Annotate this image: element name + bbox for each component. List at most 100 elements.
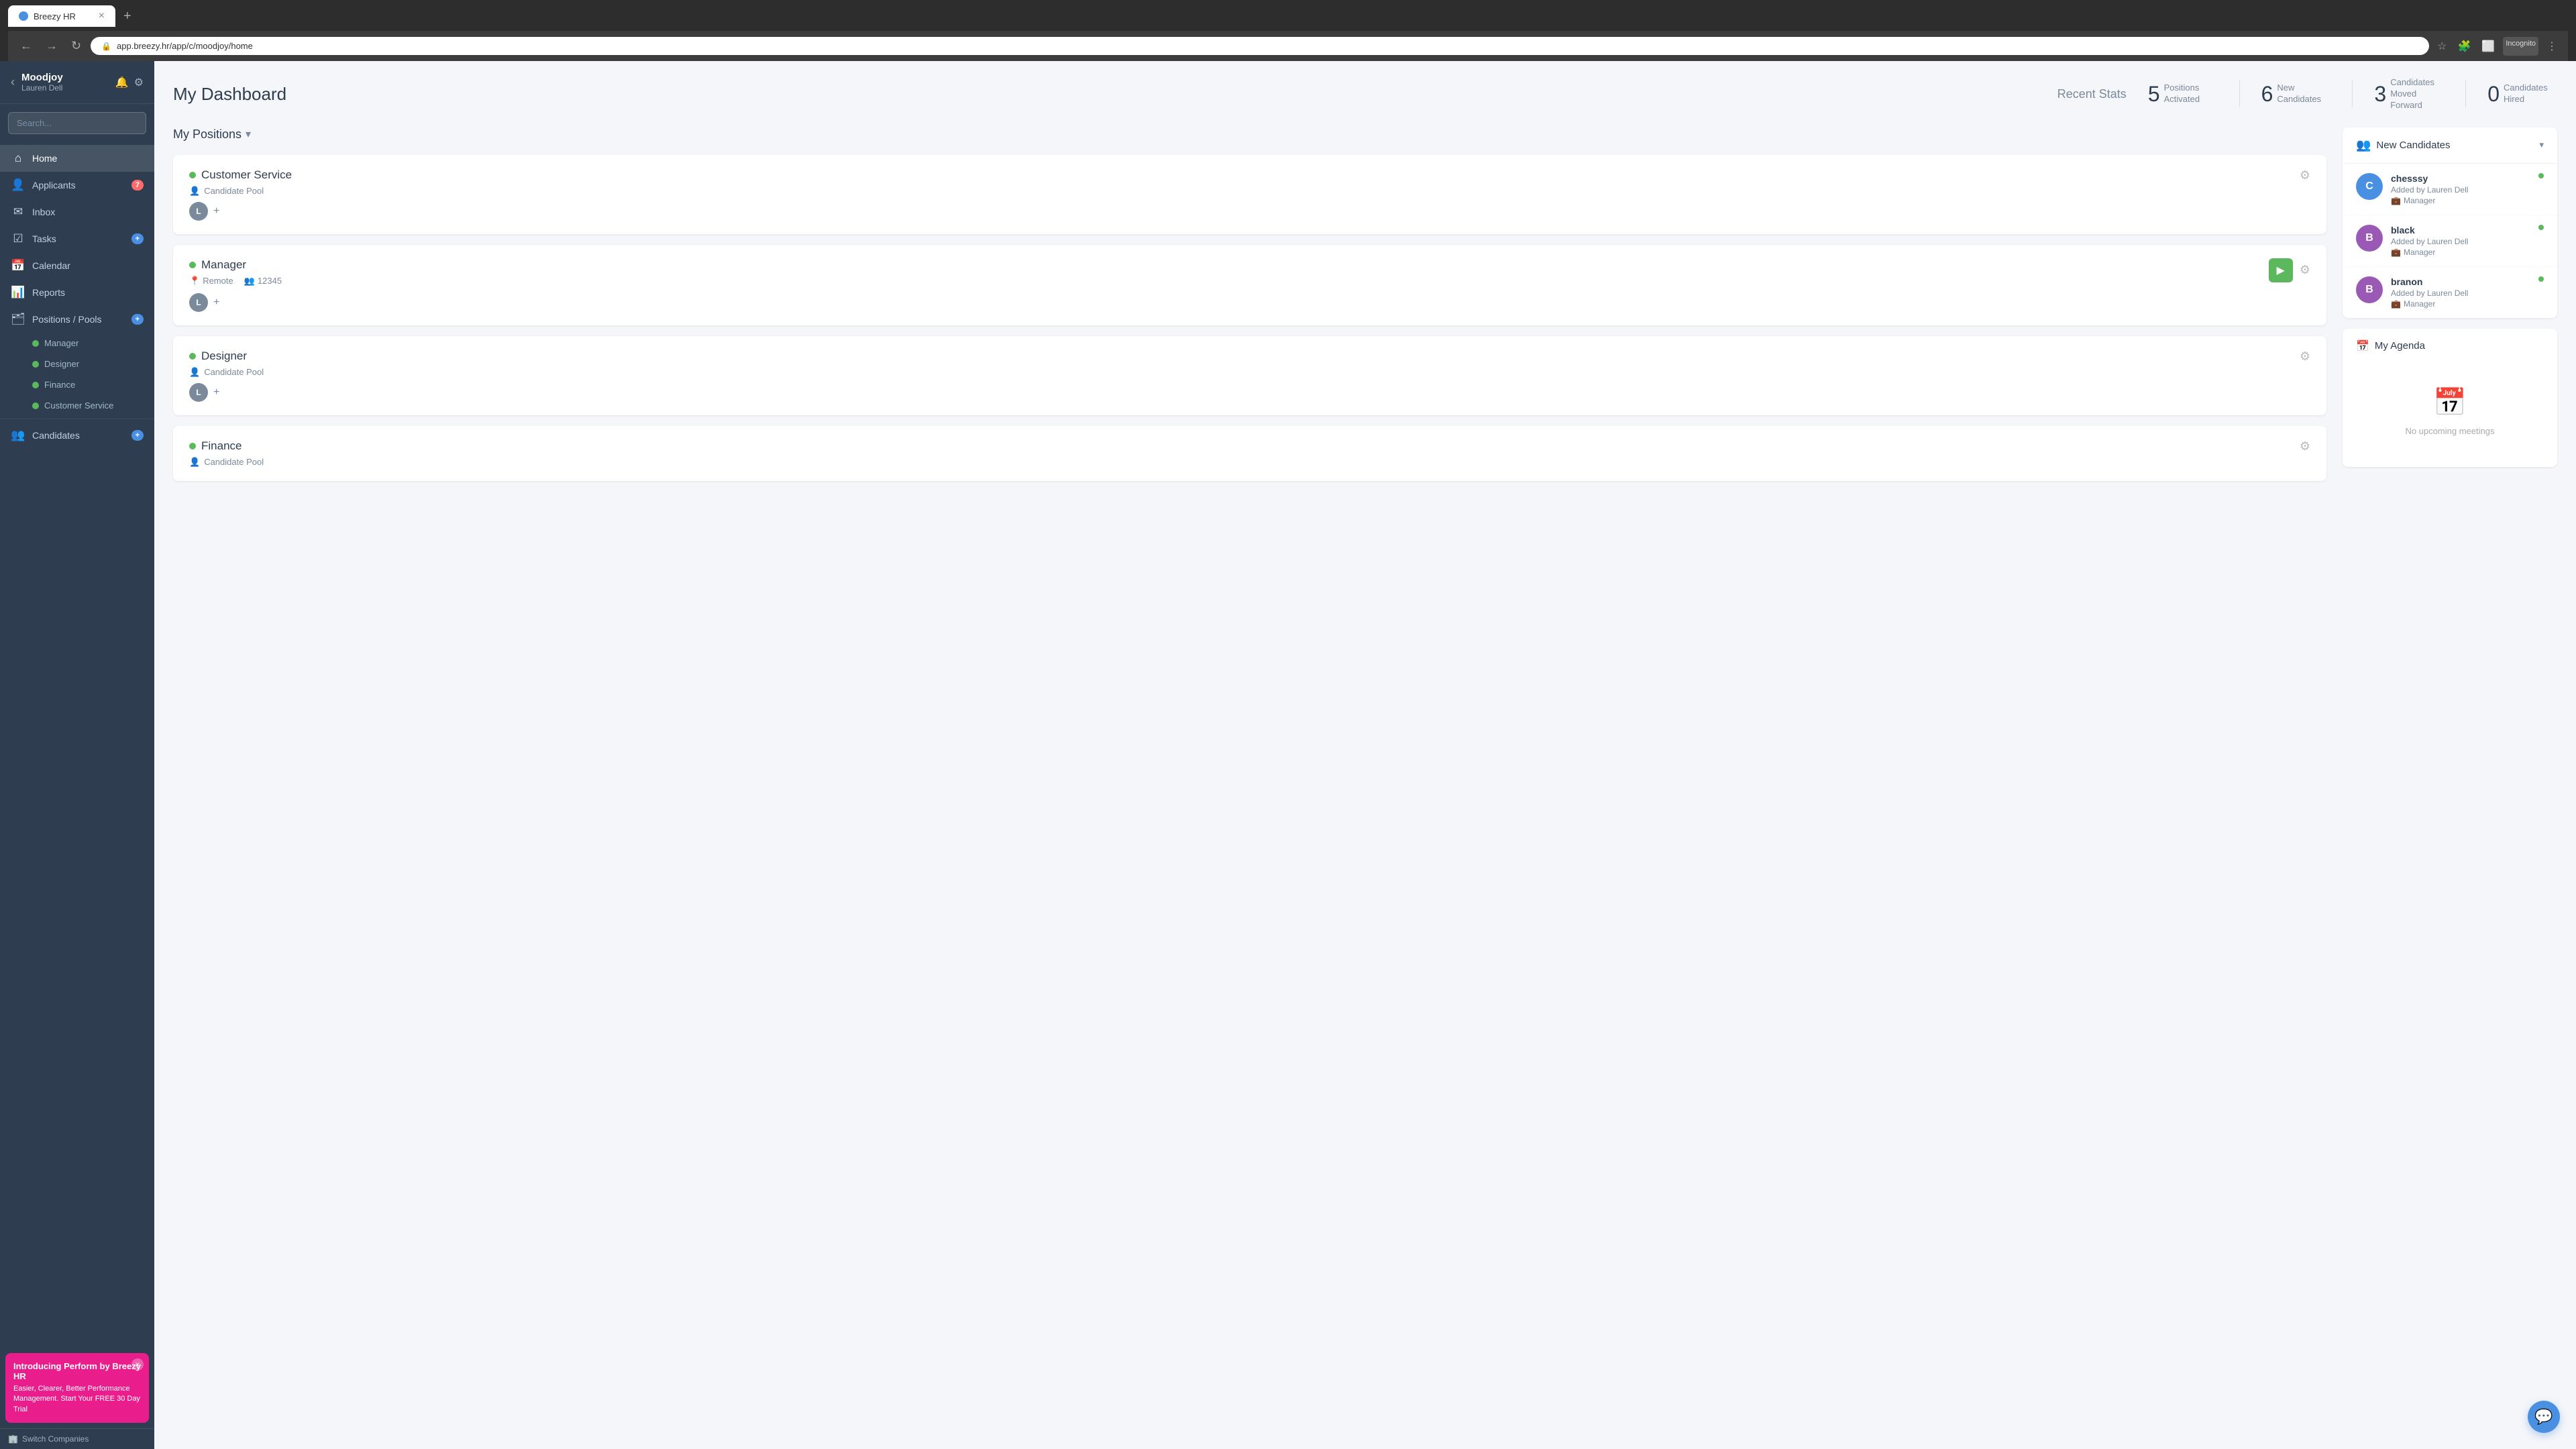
active-dot-customer-service	[32, 402, 39, 409]
address-bar[interactable]: 🔒 app.breezy.hr/app/c/moodjoy/home	[91, 37, 2429, 55]
candidate-added-by: Added by Lauren Dell	[2391, 288, 2544, 298]
sidebar-item-positions[interactable]: 🗂 Positions / Pools +	[0, 306, 154, 333]
add-member-button[interactable]: +	[213, 297, 219, 309]
tab-close-button[interactable]: ×	[99, 11, 105, 21]
position-settings-button[interactable]: ⚙	[2300, 168, 2310, 182]
positions-dropdown-button[interactable]: ▾	[246, 127, 251, 141]
active-dot-designer	[32, 361, 39, 368]
settings-icon[interactable]: ⚙	[134, 76, 144, 89]
search-input[interactable]	[8, 112, 146, 134]
candidate-position: 💼 Manager	[2391, 196, 2544, 205]
position-card-finance: Finance 👤 Candidate Pool ⚙	[173, 426, 2326, 481]
sidebar-sub-item-finance[interactable]: Finance	[0, 374, 154, 395]
location-meta: 📍 Remote	[189, 276, 233, 286]
sidebar-item-applicants[interactable]: 👤 Applicants 7	[0, 172, 154, 199]
position-name[interactable]: Customer Service	[201, 168, 292, 182]
candidate-position: 💼 Manager	[2391, 248, 2544, 257]
promo-banner: Introducing Perform by Breezy HR Easier,…	[5, 1353, 149, 1423]
switch-companies-button[interactable]: 🏢 Switch Companies	[0, 1428, 154, 1449]
switch-label: Switch Companies	[22, 1434, 89, 1444]
promo-close-button[interactable]: ×	[131, 1358, 144, 1371]
avatar: L	[189, 202, 208, 221]
stat-hired: 0 Candidates Hired	[2487, 82, 2557, 107]
new-tab-button[interactable]: +	[118, 6, 137, 27]
active-status-dot	[189, 262, 196, 268]
nav-refresh-button[interactable]: ↻	[67, 36, 85, 56]
video-button[interactable]: ▶	[2269, 258, 2293, 282]
briefcase-icon: 💼	[2391, 299, 2401, 309]
sidebar-item-tasks[interactable]: ☑ Tasks +	[0, 225, 154, 252]
position-settings-button[interactable]: ⚙	[2300, 439, 2310, 453]
sidebar-sub-item-customer-service[interactable]: Customer Service	[0, 395, 154, 416]
add-member-button[interactable]: +	[213, 386, 219, 398]
avatar: L	[189, 383, 208, 402]
sidebar-item-home[interactable]: ⌂ Home	[0, 145, 154, 172]
agenda-empty-icon: 📅	[2433, 386, 2467, 418]
bookmark-icon[interactable]: ☆	[2434, 37, 2449, 56]
stat-number-new-candidates: 6	[2261, 82, 2273, 107]
agenda-calendar-icon: 📅	[2356, 339, 2369, 353]
candidate-item-chesssy[interactable]: C chesssy Added by Lauren Dell 💼 Manager	[2343, 164, 2557, 215]
chat-button[interactable]: 💬	[2528, 1401, 2560, 1433]
position-card-content: Finance 👤 Candidate Pool	[189, 439, 2289, 468]
sidebar-item-label-tasks: Tasks	[32, 233, 56, 244]
nav-forward-button[interactable]: →	[42, 36, 62, 56]
sidebar-collapse-button[interactable]: ‹	[11, 75, 15, 89]
inbox-icon: ✉	[11, 205, 25, 219]
position-label: Manager	[2404, 196, 2435, 205]
group-meta: 👥 12345	[244, 276, 282, 286]
position-name[interactable]: Finance	[201, 439, 241, 453]
sidebar-item-reports[interactable]: 📊 Reports	[0, 279, 154, 306]
dashboard-header: My Dashboard Recent Stats 5 Positions Ac…	[173, 77, 2557, 111]
pool-label: Candidate Pool	[204, 186, 264, 196]
add-member-button[interactable]: +	[213, 205, 219, 217]
app-layout: ‹ Moodjoy Lauren Dell 🔔 ⚙ ⌂ Home 👤 Appli…	[0, 61, 2576, 1449]
position-card-right: ⚙	[2300, 168, 2310, 182]
position-settings-button[interactable]: ⚙	[2300, 350, 2310, 364]
nav-back-button[interactable]: ←	[16, 36, 36, 56]
stats-label: Recent Stats	[2057, 87, 2127, 101]
sidebar-sub-item-designer[interactable]: Designer	[0, 354, 154, 374]
new-candidates-dropdown[interactable]: ▾	[2539, 140, 2544, 150]
position-name[interactable]: Manager	[201, 258, 246, 272]
candidate-name: chesssy	[2391, 173, 2544, 184]
candidate-info: branon Added by Lauren Dell 💼 Manager	[2391, 276, 2544, 309]
position-card-customer-service: Customer Service 👤 Candidate Pool L +	[173, 155, 2326, 234]
candidate-info: black Added by Lauren Dell 💼 Manager	[2391, 225, 2544, 257]
sidebar-item-calendar[interactable]: 📅 Calendar	[0, 252, 154, 279]
reports-icon: 📊	[11, 286, 25, 299]
position-label: Manager	[2404, 248, 2435, 257]
candidate-added-by: Added by Lauren Dell	[2391, 237, 2544, 246]
position-card-header: Customer Service	[189, 168, 2289, 182]
stat-number-positions: 5	[2148, 82, 2160, 107]
menu-icon[interactable]: ⋮	[2544, 37, 2560, 56]
candidate-pool-row: 👤 Candidate Pool	[189, 367, 2289, 378]
active-tab[interactable]: Breezy HR ×	[8, 5, 115, 27]
applicants-badge: 7	[131, 180, 144, 191]
new-indicator	[2538, 276, 2544, 282]
company-info: Moodjoy Lauren Dell	[21, 72, 109, 93]
position-card-right: ⚙	[2300, 439, 2310, 453]
sidebar-header-actions: 🔔 ⚙	[115, 76, 144, 89]
active-status-dot	[189, 353, 196, 360]
recent-stats: Recent Stats 5 Positions Activated 6 New…	[2057, 77, 2557, 111]
sidebar-item-inbox[interactable]: ✉ Inbox	[0, 199, 154, 225]
position-name[interactable]: Designer	[201, 350, 247, 363]
layout-icon[interactable]: ⬜	[2479, 37, 2498, 56]
position-settings-button[interactable]: ⚙	[2300, 263, 2310, 277]
position-card-meta: 📍 Remote 👥 12345	[189, 276, 2258, 286]
location-icon: 📍	[189, 276, 200, 286]
candidate-position: 💼 Manager	[2391, 299, 2544, 309]
sidebar-item-candidates[interactable]: 👥 Candidates +	[0, 422, 154, 449]
person-icon: 👤	[189, 186, 200, 197]
notification-bell-icon[interactable]: 🔔	[115, 76, 129, 89]
candidate-item-branon[interactable]: B branon Added by Lauren Dell 💼 Manager	[2343, 267, 2557, 318]
position-card-actions: L +	[189, 293, 2258, 312]
sidebar-sub-item-manager[interactable]: Manager	[0, 333, 154, 354]
group-icon: 👥	[244, 276, 255, 286]
stat-divider-3	[2465, 80, 2466, 107]
position-card-content: Manager 📍 Remote 👥 12345	[189, 258, 2258, 312]
person-icon: 👤	[189, 457, 200, 468]
extensions-icon[interactable]: 🧩	[2455, 37, 2474, 56]
candidate-item-black[interactable]: B black Added by Lauren Dell 💼 Manager	[2343, 215, 2557, 267]
